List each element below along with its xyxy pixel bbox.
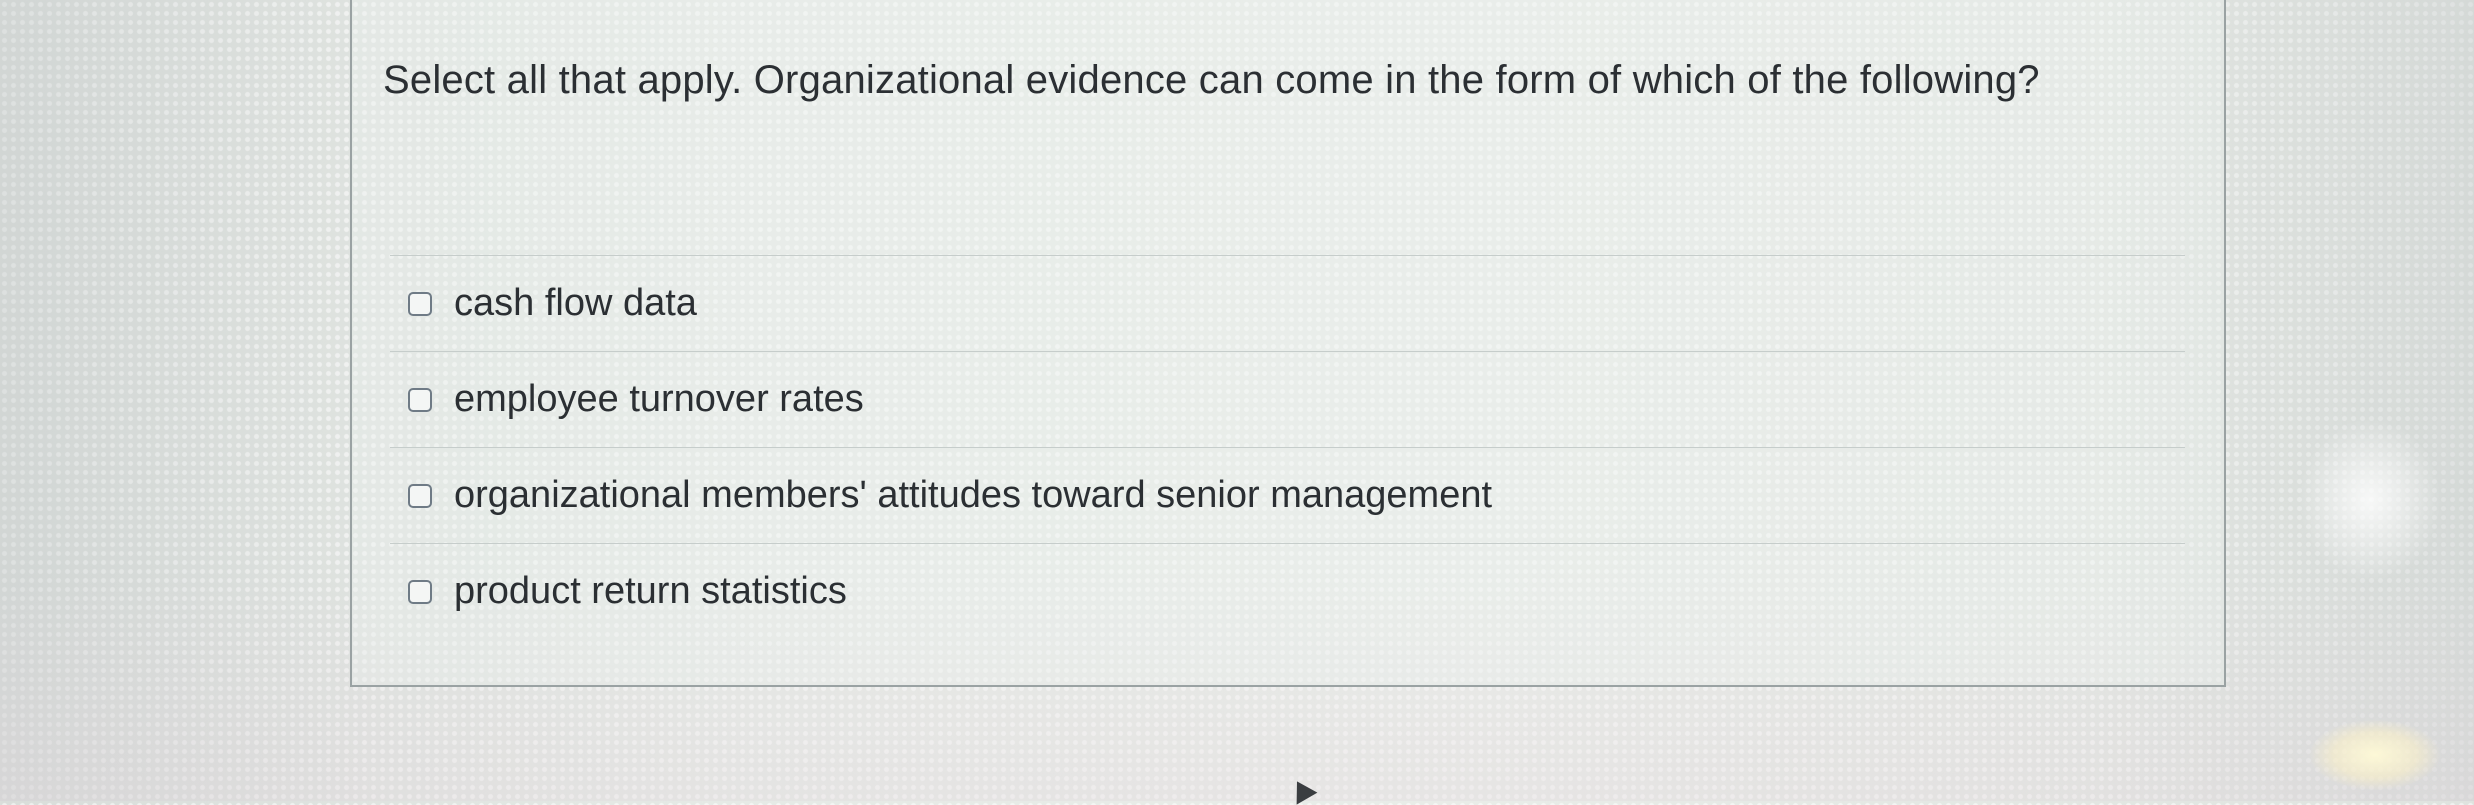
mouse-pointer-icon xyxy=(1286,775,1318,805)
screen-glare xyxy=(2310,720,2440,790)
checkbox-icon[interactable] xyxy=(408,387,432,412)
answer-option-label: organizational members' attitudes toward… xyxy=(454,474,1493,516)
answer-option-cash-flow-data[interactable]: cash flow data xyxy=(390,255,2185,351)
answer-option-label: product return statistics xyxy=(454,570,847,612)
answer-option-label: cash flow data xyxy=(454,282,697,324)
answer-option-employee-turnover-rates[interactable]: employee turnover rates xyxy=(390,351,2185,447)
answer-option-product-return-statistics[interactable]: product return statistics xyxy=(390,543,2185,639)
question-text: Select all that apply. Organizational ev… xyxy=(383,58,2040,102)
checkbox-icon[interactable] xyxy=(408,483,432,508)
answer-option-label: employee turnover rates xyxy=(454,378,864,420)
checkbox-icon[interactable] xyxy=(408,579,432,604)
answer-options: cash flow data employee turnover rates o… xyxy=(390,255,2185,639)
checkbox-icon[interactable] xyxy=(408,291,432,316)
screen-glare xyxy=(2300,420,2440,580)
answer-option-members-attitudes[interactable]: organizational members' attitudes toward… xyxy=(390,447,2185,543)
